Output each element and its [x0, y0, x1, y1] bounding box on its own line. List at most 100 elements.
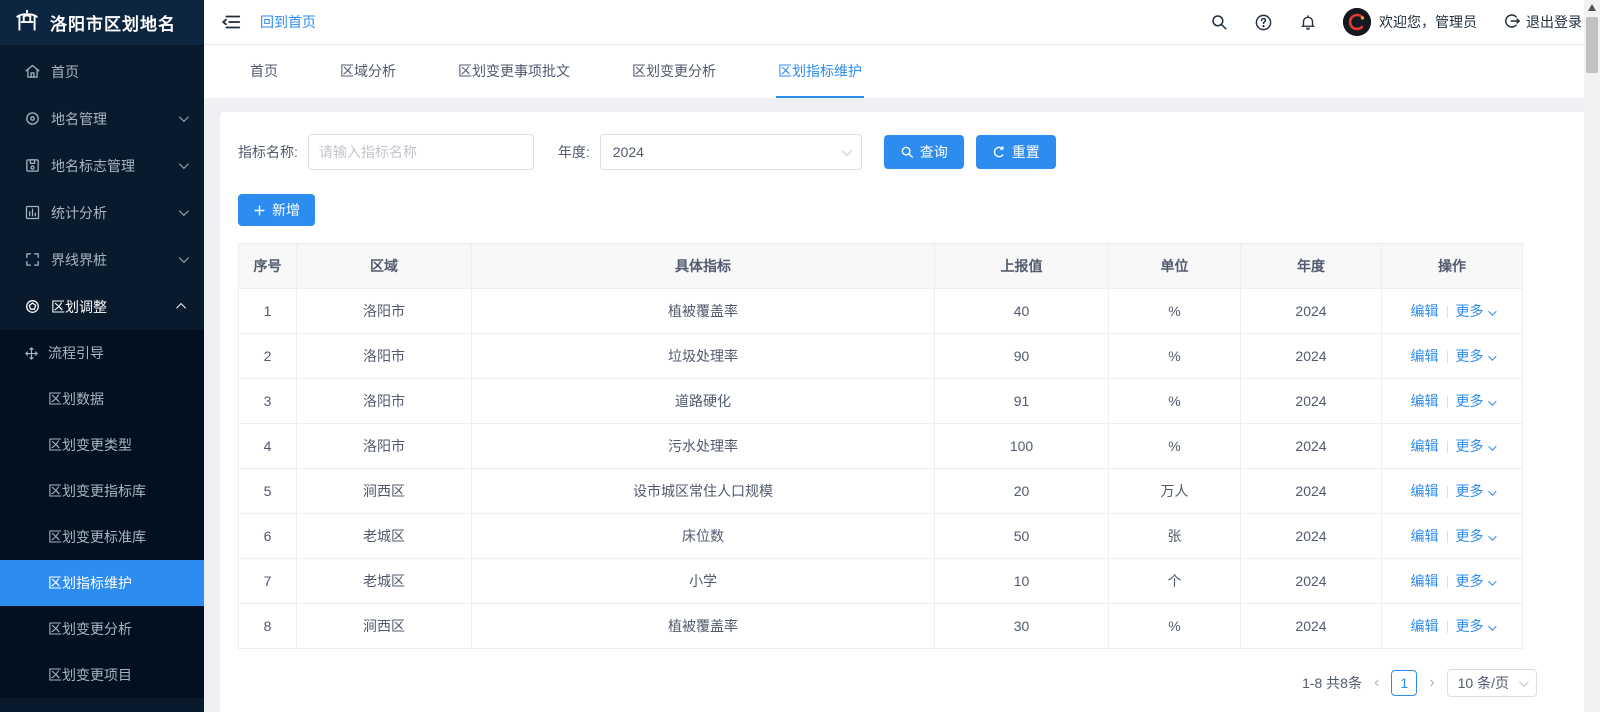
pagination-summary: 1-8 共8条 — [1302, 673, 1362, 693]
location-icon — [24, 110, 41, 127]
bar-chart-icon — [24, 204, 41, 221]
submenu-item-change-analysis[interactable]: 区划变更分析 — [0, 606, 204, 652]
submenu-item-change-project[interactable]: 区划变更项目 — [0, 652, 204, 698]
cell-unit: 个 — [1109, 559, 1241, 604]
page-size-select[interactable]: 10 条/页 — [1447, 669, 1537, 697]
logout-label: 退出登录 — [1526, 12, 1582, 32]
cell-indicator: 垃圾处理率 — [472, 334, 935, 379]
sidebar-item-placename-mgmt[interactable]: 地名管理 — [0, 95, 204, 142]
year-select[interactable]: 2024 — [600, 134, 862, 170]
chevron-down-icon — [1488, 352, 1496, 360]
main-area: 回到首页 — [204, 0, 1600, 712]
sidebar-item-zoning-adjust[interactable]: 区划调整 — [0, 283, 204, 330]
more-link[interactable]: 更多 — [1456, 528, 1484, 544]
pagination: 1-8 共8条 ‹ 1 › 10 条/页 — [238, 669, 1537, 697]
divider — [1447, 441, 1448, 453]
edit-link[interactable]: 编辑 — [1411, 618, 1439, 634]
cell-region: 涧西区 — [297, 469, 472, 514]
more-link[interactable]: 更多 — [1456, 618, 1484, 634]
tab-region-analysis[interactable]: 区域分析 — [338, 45, 398, 98]
content-card: 指标名称: 年度: 2024 查询 重置 — [220, 112, 1596, 712]
vertical-scrollbar[interactable] — [1584, 0, 1600, 712]
scrollbar-thumb[interactable] — [1586, 17, 1598, 73]
tab-bar: 首页 区域分析 区划变更事项批文 区划变更分析 区划指标维护 — [204, 45, 1600, 98]
col-unit: 单位 — [1109, 244, 1241, 289]
edit-link[interactable]: 编辑 — [1411, 483, 1439, 499]
more-link[interactable]: 更多 — [1456, 573, 1484, 589]
submenu-item-label: 区划变更类型 — [48, 435, 132, 455]
reset-button-label: 重置 — [1012, 142, 1040, 162]
cell-unit: 张 — [1109, 514, 1241, 559]
submenu-item-indicator-lib[interactable]: 区划变更指标库 — [0, 468, 204, 514]
edit-link[interactable]: 编辑 — [1411, 438, 1439, 454]
home-icon — [24, 63, 41, 80]
reset-button[interactable]: 重置 — [976, 135, 1056, 169]
add-button-label: 新增 — [272, 200, 300, 220]
cell-seq: 6 — [239, 514, 297, 559]
cell-unit: % — [1109, 604, 1241, 649]
seal-icon — [24, 298, 41, 315]
cell-seq: 2 — [239, 334, 297, 379]
cell-value: 20 — [935, 469, 1109, 514]
avatar — [1343, 8, 1371, 36]
sidebar-menu: 首页 地名管理 地名标志管理 — [0, 45, 204, 698]
chevron-down-icon — [1488, 442, 1496, 450]
more-link[interactable]: 更多 — [1456, 303, 1484, 319]
help-icon[interactable] — [1254, 13, 1273, 32]
page-content: 指标名称: 年度: 2024 查询 重置 — [204, 98, 1600, 712]
filter-form: 指标名称: 年度: 2024 查询 重置 — [238, 134, 1578, 170]
edit-link[interactable]: 编辑 — [1411, 348, 1439, 364]
sidebar-item-statistics[interactable]: 统计分析 — [0, 189, 204, 236]
user-menu[interactable]: 欢迎您，管理员 — [1343, 8, 1477, 36]
tab-home[interactable]: 首页 — [248, 45, 280, 98]
sidebar-item-sign-mgmt[interactable]: 地名标志管理 — [0, 142, 204, 189]
chevron-down-icon — [179, 206, 189, 216]
more-link[interactable]: 更多 — [1456, 393, 1484, 409]
cell-indicator: 小学 — [472, 559, 935, 604]
more-link[interactable]: 更多 — [1456, 348, 1484, 364]
page-number-button[interactable]: 1 — [1391, 670, 1417, 696]
table-row: 3 洛阳市 道路硬化 91 % 2024 编辑更多 — [239, 379, 1523, 424]
submenu-item-zoning-data[interactable]: 区划数据 — [0, 376, 204, 422]
tab-change-approval[interactable]: 区划变更事项批文 — [456, 45, 572, 98]
chevron-down-icon — [1488, 487, 1496, 495]
next-page-button[interactable]: › — [1427, 674, 1436, 692]
back-home-link[interactable]: 回到首页 — [260, 12, 316, 32]
tab-indicator-maintain[interactable]: 区划指标维护 — [776, 45, 864, 98]
submenu-item-standard-lib[interactable]: 区划变更标准库 — [0, 514, 204, 560]
cell-region: 老城区 — [297, 514, 472, 559]
search-icon[interactable] — [1210, 13, 1228, 31]
cell-value: 40 — [935, 289, 1109, 334]
cell-region: 洛阳市 — [297, 334, 472, 379]
chevron-down-icon — [1519, 677, 1529, 687]
sidebar-item-boundary[interactable]: 界线界桩 — [0, 236, 204, 283]
more-link[interactable]: 更多 — [1456, 438, 1484, 454]
submenu-item-process-guide[interactable]: 流程引导 — [0, 330, 204, 376]
collapse-menu-icon[interactable] — [220, 11, 242, 33]
submenu-item-indicator-maintain[interactable]: 区划指标维护 — [0, 560, 204, 606]
tab-change-analysis[interactable]: 区划变更分析 — [630, 45, 718, 98]
cell-unit: % — [1109, 289, 1241, 334]
edit-link[interactable]: 编辑 — [1411, 393, 1439, 409]
more-link[interactable]: 更多 — [1456, 483, 1484, 499]
indicator-name-input[interactable] — [308, 134, 534, 170]
prev-page-button[interactable]: ‹ — [1372, 674, 1381, 692]
cell-region: 老城区 — [297, 559, 472, 604]
cell-indicator: 设市城区常住人口规模 — [472, 469, 935, 514]
logout-button[interactable]: 退出登录 — [1503, 12, 1582, 33]
app-logo-bar: 洛阳市区划地名 — [0, 0, 204, 45]
edit-link[interactable]: 编辑 — [1411, 528, 1439, 544]
edit-link[interactable]: 编辑 — [1411, 303, 1439, 319]
cell-value: 100 — [935, 424, 1109, 469]
add-button[interactable]: 新增 — [238, 194, 315, 226]
table-row: 5 涧西区 设市城区常住人口规模 20 万人 2024 编辑更多 — [239, 469, 1523, 514]
cell-indicator: 污水处理率 — [472, 424, 935, 469]
logout-icon — [1503, 12, 1521, 33]
bell-icon[interactable] — [1299, 13, 1317, 32]
submenu-item-change-type[interactable]: 区划变更类型 — [0, 422, 204, 468]
search-button[interactable]: 查询 — [884, 135, 964, 169]
indicator-name-label: 指标名称: — [238, 142, 298, 162]
divider — [1447, 396, 1448, 408]
sidebar-item-home[interactable]: 首页 — [0, 48, 204, 95]
edit-link[interactable]: 编辑 — [1411, 573, 1439, 589]
